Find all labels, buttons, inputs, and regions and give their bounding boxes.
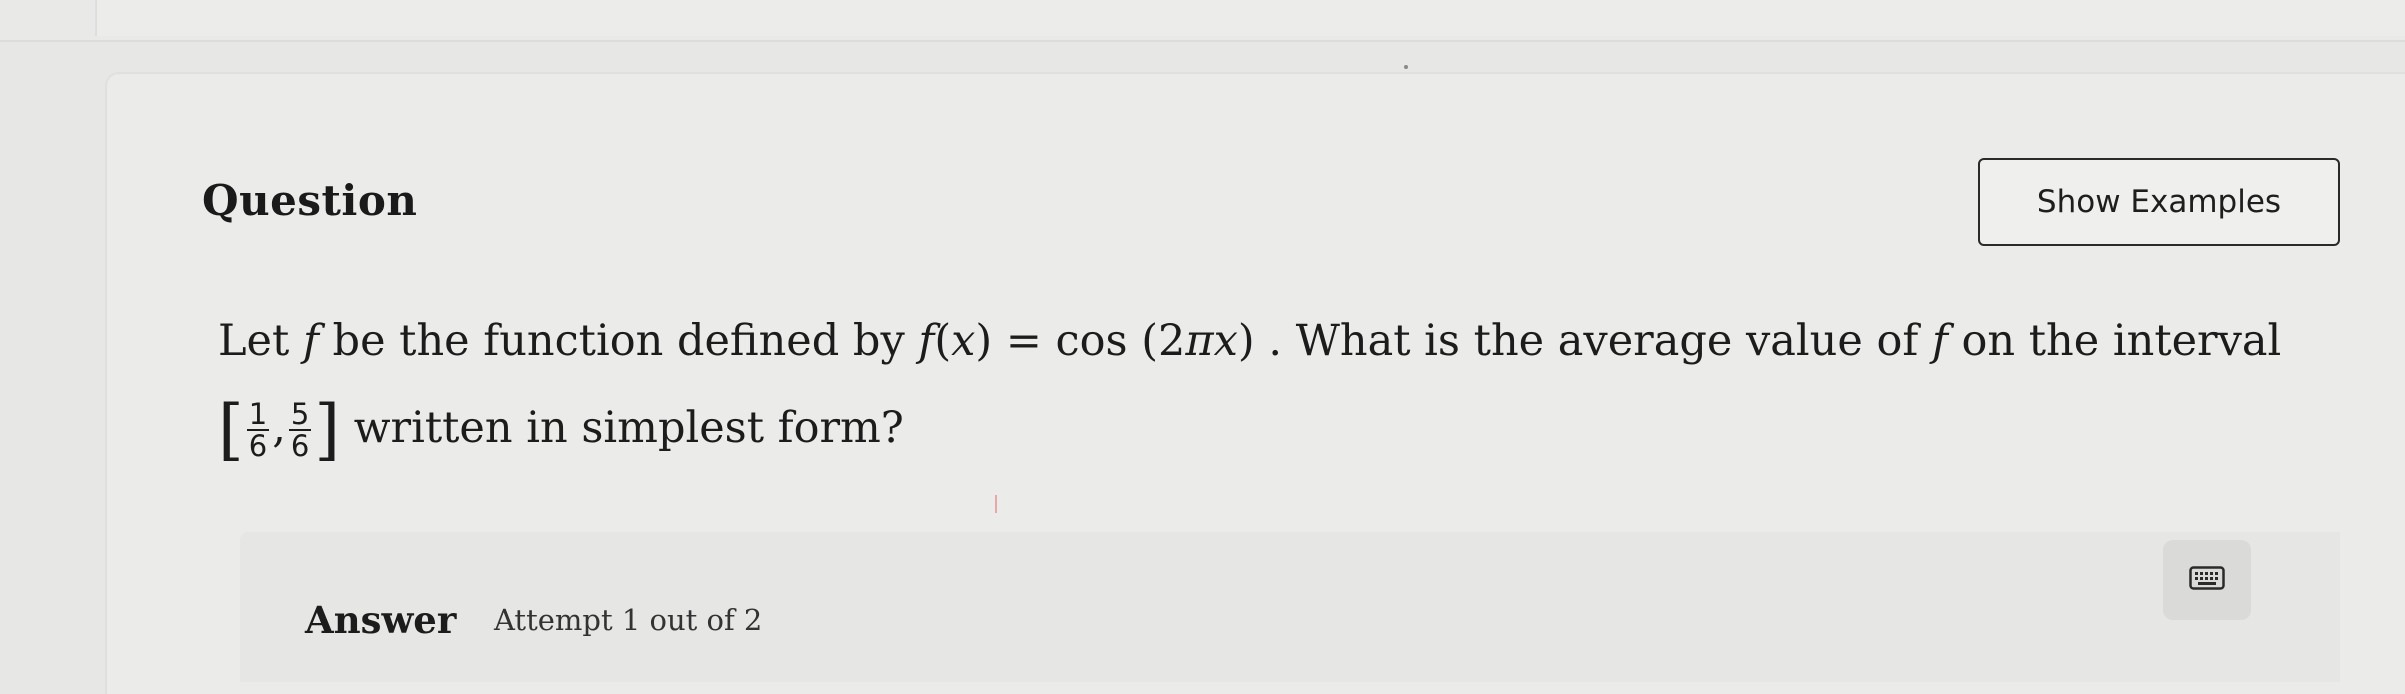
left-bracket: [ bbox=[218, 391, 244, 468]
text-caret bbox=[995, 495, 997, 513]
fx-open-paren: ( bbox=[934, 316, 952, 366]
top-strip bbox=[0, 0, 2405, 42]
var-x: x bbox=[1213, 316, 1238, 366]
fx-x: x bbox=[951, 316, 976, 366]
fraction-one-sixth: 16 bbox=[246, 397, 270, 463]
frac2-denominator: 6 bbox=[290, 429, 310, 463]
answer-label: Answer bbox=[305, 598, 457, 642]
question-line-2: [1 6, 5 6] written in simplest form? bbox=[218, 391, 904, 468]
top-strip-panel bbox=[95, 0, 2405, 36]
fx-close-paren: ) bbox=[975, 316, 993, 366]
var-f: f bbox=[302, 316, 319, 366]
show-examples-button[interactable]: Show Examples bbox=[1978, 158, 2340, 246]
text-on-interval: on the interval bbox=[1947, 316, 2282, 366]
text-what-average: . What is the average value of bbox=[1254, 316, 1932, 366]
fx-f: f bbox=[918, 316, 935, 366]
frac1-denominator: 6 bbox=[248, 429, 268, 463]
interval-comma: , bbox=[272, 403, 286, 453]
text-let: Let bbox=[218, 316, 303, 366]
question-line-1: Let f be the function defined by f(x) = … bbox=[218, 316, 2298, 366]
attempt-counter: Attempt 1 out of 2 bbox=[494, 603, 763, 637]
fraction-five-sixths: 56 bbox=[288, 397, 312, 463]
frac1-numerator: 1 bbox=[246, 397, 270, 431]
question-text: Let f be the function defined by f(x) = … bbox=[218, 316, 2298, 468]
frac2-numerator: 5 bbox=[288, 397, 312, 431]
text-equals-cos: = cos (2 bbox=[992, 316, 1186, 366]
pi-symbol: π bbox=[1185, 316, 1214, 366]
screen-dot bbox=[1404, 65, 1408, 69]
question-heading: Question bbox=[202, 176, 418, 225]
text-simplest-form: written in simplest form? bbox=[340, 403, 904, 453]
text-be-defined: be the function defined by bbox=[318, 316, 919, 366]
keyboard-button[interactable] bbox=[2163, 540, 2251, 620]
close-paren: ) bbox=[1237, 316, 1255, 366]
right-bracket: ] bbox=[314, 391, 341, 468]
var-f-2: f bbox=[1931, 316, 1948, 366]
keyboard-icon bbox=[2189, 566, 2225, 594]
